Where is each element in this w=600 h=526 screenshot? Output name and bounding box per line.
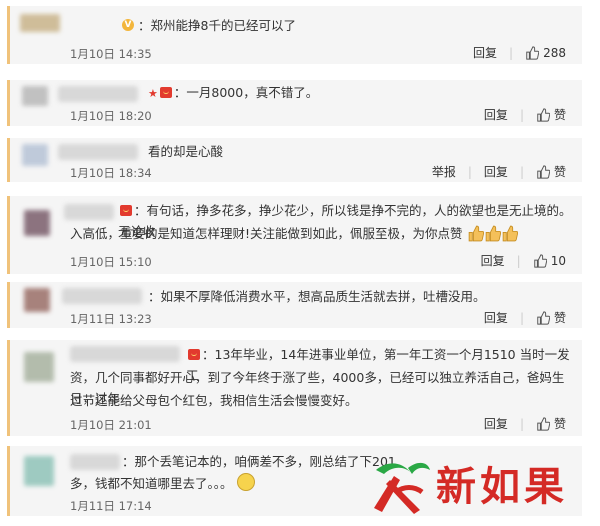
comment-date: 1月10日 21:01 [70, 418, 152, 432]
username[interactable] [58, 144, 138, 160]
like-button[interactable]: 288 [525, 46, 566, 60]
comment-actions: 回复 | 赞 [484, 309, 566, 326]
thumbs-up-emoji-icon [485, 225, 501, 242]
comment-actions: 回复 | 赞 [484, 415, 566, 432]
like-count: 288 [543, 45, 566, 60]
like-count: 10 [550, 253, 566, 268]
comment-card-6: ：13年毕业，14年进事业单位，第一年工资一个月1510 当时一发工 资，几个同… [7, 340, 582, 436]
avatar[interactable] [20, 14, 60, 32]
comment-actions: 回复 | 赞 [484, 106, 566, 123]
like-button[interactable]: 赞 [536, 309, 566, 326]
member-badge-icon [159, 87, 172, 98]
thumbs-up-icon [533, 253, 547, 268]
like-count: 赞 [553, 165, 566, 179]
comment-card-5: ：如果不厚降低消费水平，想高品质生活就去拼，吐槽没用。 1月11日 13:23 … [7, 282, 582, 328]
thumbs-up-emoji-icon [502, 225, 518, 242]
username[interactable] [64, 204, 114, 220]
comment-text-line3: 过节还能给父母包个红包，我相信生活会慢慢变好。 [70, 393, 358, 408]
reply-button[interactable]: 回复 [484, 163, 508, 180]
avatar[interactable] [22, 86, 48, 106]
comment-actions: 回复 | 288 [473, 44, 566, 61]
divider: | [519, 164, 524, 179]
comment-card-3: 看的却是心酸 1月10日 18:34 举报 | 回复 | 赞 [7, 138, 582, 182]
avatar[interactable] [24, 352, 54, 382]
comment-card-2: ★ ：一月8000，真不错了。 1月10日 18:20 回复 | 赞 [7, 80, 582, 126]
divider: | [509, 45, 514, 60]
thumbs-up-emoji-icon [468, 225, 484, 242]
reply-button[interactable]: 回复 [473, 44, 497, 61]
verified-badge-icon: V [122, 19, 134, 31]
divider: | [519, 107, 524, 122]
username[interactable] [58, 86, 138, 102]
thumbs-up-icon [526, 45, 540, 60]
thumbs-up-icon [537, 416, 550, 431]
avatar[interactable] [24, 288, 50, 312]
like-count: 赞 [553, 108, 566, 122]
xinhua-logo-icon [374, 462, 430, 514]
member-badge-icon [120, 205, 132, 216]
comment-text: ：如果不厚降低消费水平，想高品质生活就去拼，吐槽没用。 [148, 289, 486, 304]
comment-text-line2: 入高低，重要的是知道怎样理财!关注能做到如此，佩服至极，为你点赞 [70, 223, 518, 244]
reply-button[interactable]: 回复 [484, 415, 508, 432]
avatar[interactable] [24, 456, 54, 486]
thumbs-up-icon [537, 310, 550, 325]
like-button[interactable]: 赞 [536, 415, 566, 432]
face-emoji-icon [236, 473, 255, 491]
member-badge-icon [188, 349, 200, 360]
comment-text: ：那个丢笔记本的，咱俩差不多，刚总结了下201 [122, 454, 396, 469]
comment-date: 1月10日 15:10 [70, 255, 152, 269]
thumbs-up-icon [537, 164, 550, 179]
username[interactable] [70, 346, 180, 362]
comment-text: ：郑州能挣8千的已经可以了 [138, 18, 296, 33]
comment-date: 1月11日 17:14 [70, 499, 152, 513]
avatar[interactable] [24, 210, 50, 236]
comment-text: 看的却是心酸 [148, 144, 224, 159]
divider: | [516, 253, 521, 268]
comment-text: ★ ：一月8000，真不错了。 [148, 85, 319, 100]
username[interactable] [62, 288, 142, 304]
reply-button[interactable]: 回复 [484, 106, 508, 123]
watermark-text: 新如果 [436, 463, 568, 510]
watermark-logo: 新如果 [368, 444, 596, 524]
comment-date: 1月10日 18:20 [70, 109, 152, 123]
like-button[interactable]: 10 [533, 254, 566, 268]
comment-date: 1月11日 13:23 [70, 312, 152, 326]
like-count: 赞 [553, 417, 566, 431]
comment-actions: 回复 | 10 [481, 252, 566, 269]
divider: | [519, 310, 524, 325]
comment-card-1: V ：郑州能挣8千的已经可以了 1月10日 14:35 回复 | 288 [7, 6, 582, 64]
thumbs-up-icon [537, 107, 550, 122]
comment-actions: 举报 | 回复 | 赞 [432, 163, 566, 180]
comment-date: 1月10日 18:34 [70, 166, 152, 180]
like-count: 赞 [553, 311, 566, 325]
divider: | [519, 416, 524, 431]
reply-button[interactable]: 回复 [484, 309, 508, 326]
like-button[interactable]: 赞 [536, 163, 566, 180]
comment-date: 1月10日 14:35 [70, 47, 152, 61]
like-button[interactable]: 赞 [536, 106, 566, 123]
comment-card-4: ：有句话，挣多花多，挣少花少，所以钱是挣不完的，人的欲望也是无止境的。无论收 入… [7, 196, 582, 274]
divider: | [467, 164, 472, 179]
username[interactable] [70, 454, 120, 470]
report-button[interactable]: 举报 [432, 163, 456, 180]
comment-text-line2: 多，钱都不知道哪里去了。。。 [70, 473, 255, 494]
star-badge-icon: ★ [148, 87, 158, 100]
reply-button[interactable]: 回复 [481, 252, 505, 269]
avatar[interactable] [22, 144, 48, 166]
